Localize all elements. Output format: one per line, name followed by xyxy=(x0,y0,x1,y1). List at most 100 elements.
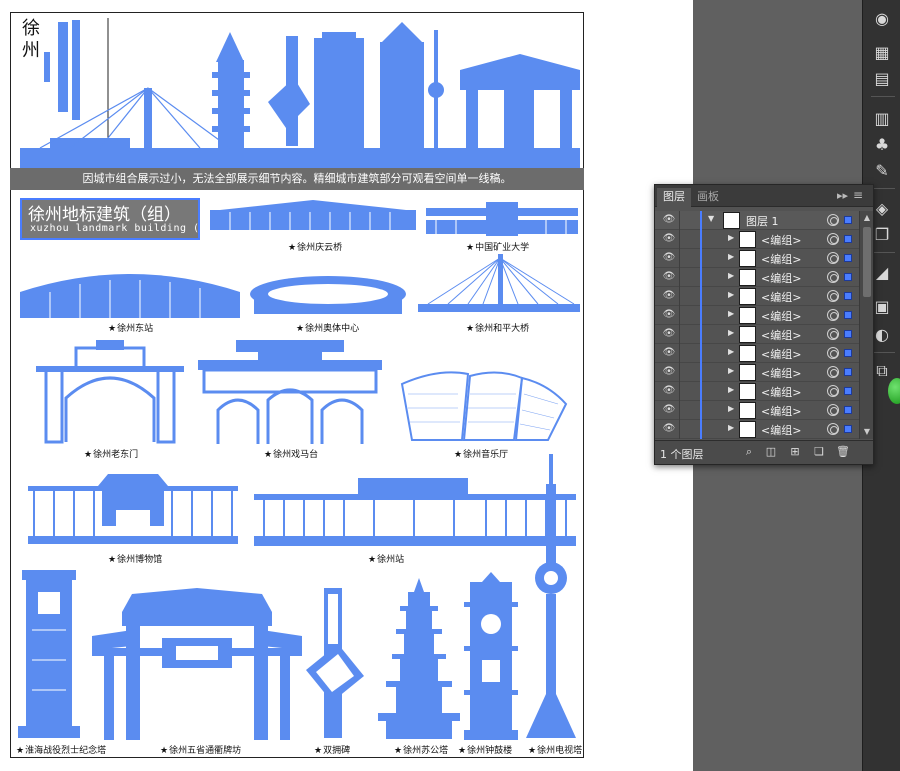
visibility-eye-icon[interactable]: 👁 xyxy=(662,366,676,378)
visibility-eye-icon[interactable]: 👁 xyxy=(662,271,676,283)
visibility-eye-icon[interactable]: 👁 xyxy=(662,290,676,302)
target-icon[interactable] xyxy=(827,404,839,416)
lock-toggle[interactable] xyxy=(680,344,698,363)
search-icon[interactable]: ⌕ xyxy=(741,444,757,460)
sublayer-row[interactable]: 👁 ▶ <编组> xyxy=(655,268,859,287)
selection-indicator[interactable] xyxy=(844,349,852,357)
selection-indicator[interactable] xyxy=(844,425,852,433)
lock-toggle[interactable] xyxy=(680,268,698,287)
new-layer-icon[interactable]: ❏ xyxy=(811,444,827,460)
target-icon[interactable] xyxy=(827,290,839,302)
double-gou-drawing[interactable] xyxy=(306,588,368,740)
align-icon[interactable]: ▤ xyxy=(863,66,900,92)
target-icon[interactable] xyxy=(827,214,839,226)
lock-toggle[interactable] xyxy=(680,401,698,420)
expand-triangle-icon[interactable]: ▶ xyxy=(728,423,734,432)
clip-mask-icon[interactable]: ◫ xyxy=(763,444,779,460)
target-icon[interactable] xyxy=(827,271,839,283)
group-name[interactable]: <编组> xyxy=(761,422,801,438)
museum-drawing[interactable] xyxy=(28,470,238,548)
tab-layers[interactable]: 图层 xyxy=(657,188,691,207)
scroll-down-icon[interactable]: ▼ xyxy=(860,425,874,439)
visibility-eye-icon[interactable]: 👁 xyxy=(662,252,676,264)
color-icon[interactable]: ◉ xyxy=(863,6,900,32)
target-icon[interactable] xyxy=(827,252,839,264)
expand-triangle-icon[interactable]: ▶ xyxy=(728,233,734,242)
group-name[interactable]: <编组> xyxy=(761,289,801,305)
layer-row-top[interactable]: 👁 ▼ 图层 1 xyxy=(655,211,859,230)
collapse-panel-icon[interactable]: ▸▸ xyxy=(837,189,848,202)
lock-toggle[interactable] xyxy=(680,230,698,249)
scroll-thumb[interactable] xyxy=(863,227,871,297)
tab-artboards[interactable]: 画板 xyxy=(691,188,725,207)
sublayer-row[interactable]: 👁 ▶ <编组> xyxy=(655,325,859,344)
sublayer-row[interactable]: 👁 ▶ <编组> xyxy=(655,401,859,420)
heping-bridge-drawing[interactable] xyxy=(418,254,580,320)
selection-indicator[interactable] xyxy=(844,406,852,414)
sublayer-row[interactable]: 👁 ▶ <编组> xyxy=(655,287,859,306)
selection-indicator[interactable] xyxy=(844,216,852,224)
lock-toggle[interactable] xyxy=(680,382,698,401)
skyline-header-drawing[interactable] xyxy=(10,12,584,170)
group-name[interactable]: <编组> xyxy=(761,403,801,419)
sugong-tower-drawing[interactable] xyxy=(378,578,460,740)
sublayer-row[interactable]: 👁 ▶ <编组> xyxy=(655,249,859,268)
olympic-center-drawing[interactable] xyxy=(248,274,408,320)
expand-triangle-icon[interactable]: ▶ xyxy=(728,366,734,375)
visibility-eye-icon[interactable]: 👁 xyxy=(662,385,676,397)
group-name[interactable]: <编组> xyxy=(761,346,801,362)
expand-triangle-icon[interactable]: ▶ xyxy=(728,404,734,413)
expand-triangle-icon[interactable]: ▶ xyxy=(728,252,734,261)
expand-triangle-icon[interactable]: ▶ xyxy=(728,347,734,356)
layers-panel[interactable]: 图层 画板 ▸▸ ≡ 👁 ▼ 图层 1 👁 ▶ <编组> 👁 ▶ <编组> 👁 ▶ <编组> 👁 ▶… xyxy=(654,184,874,465)
visibility-eye-icon[interactable]: 👁 xyxy=(662,328,676,340)
selection-indicator[interactable] xyxy=(844,292,852,300)
lock-toggle[interactable] xyxy=(680,420,698,439)
five-province-arch-drawing[interactable] xyxy=(92,588,302,740)
sublayer-row[interactable]: 👁 ▶ <编组> xyxy=(655,420,859,439)
expand-triangle-icon[interactable]: ▶ xyxy=(728,385,734,394)
expand-triangle-icon[interactable]: ▶ xyxy=(728,328,734,337)
selection-indicator[interactable] xyxy=(844,254,852,262)
selection-indicator[interactable] xyxy=(844,311,852,319)
scroll-up-icon[interactable]: ▲ xyxy=(860,211,874,225)
target-icon[interactable] xyxy=(827,423,839,435)
swatches-icon[interactable]: ▦ xyxy=(863,40,900,66)
panel-menu-icon[interactable]: ≡ xyxy=(853,188,863,202)
lock-toggle[interactable] xyxy=(680,249,698,268)
group-name[interactable]: <编组> xyxy=(761,384,801,400)
selection-indicator[interactable] xyxy=(844,368,852,376)
bell-tower-drawing[interactable] xyxy=(464,572,518,740)
martyrs-tower-drawing[interactable] xyxy=(18,570,80,740)
old-east-gate-drawing[interactable] xyxy=(36,338,184,444)
group-name[interactable]: <编组> xyxy=(761,327,801,343)
tv-tower-drawing[interactable] xyxy=(522,454,580,740)
group-name[interactable]: <编组> xyxy=(761,232,801,248)
target-icon[interactable] xyxy=(827,366,839,378)
expand-triangle-icon[interactable]: ▶ xyxy=(728,290,734,299)
sublayer-row[interactable]: 👁 ▶ <编组> xyxy=(655,344,859,363)
east-station-drawing[interactable] xyxy=(20,262,240,320)
group-name[interactable]: <编组> xyxy=(761,365,801,381)
sublayer-row[interactable]: 👁 ▶ <编组> xyxy=(655,363,859,382)
visibility-eye-icon[interactable]: 👁 xyxy=(662,309,676,321)
sublayer-row[interactable]: 👁 ▶ <编组> xyxy=(655,230,859,249)
target-icon[interactable] xyxy=(827,347,839,359)
lock-toggle[interactable] xyxy=(680,287,698,306)
table-icon[interactable]: ▥ xyxy=(863,106,900,132)
group-name[interactable]: <编组> xyxy=(761,270,801,286)
ximatai-drawing[interactable] xyxy=(198,340,382,444)
lock-toggle[interactable] xyxy=(680,211,698,230)
target-icon[interactable] xyxy=(827,328,839,340)
expand-triangle-icon[interactable]: ▼ xyxy=(708,214,714,223)
selection-indicator[interactable] xyxy=(844,273,852,281)
delete-icon[interactable]: 🗑 xyxy=(835,444,851,460)
target-icon[interactable] xyxy=(827,385,839,397)
cumt-drawing[interactable] xyxy=(426,202,578,238)
visibility-eye-icon[interactable]: 👁 xyxy=(662,233,676,245)
group-name[interactable]: <编组> xyxy=(761,308,801,324)
target-icon[interactable] xyxy=(827,233,839,245)
expand-triangle-icon[interactable]: ▶ xyxy=(728,271,734,280)
target-icon[interactable] xyxy=(827,309,839,321)
selection-indicator[interactable] xyxy=(844,387,852,395)
